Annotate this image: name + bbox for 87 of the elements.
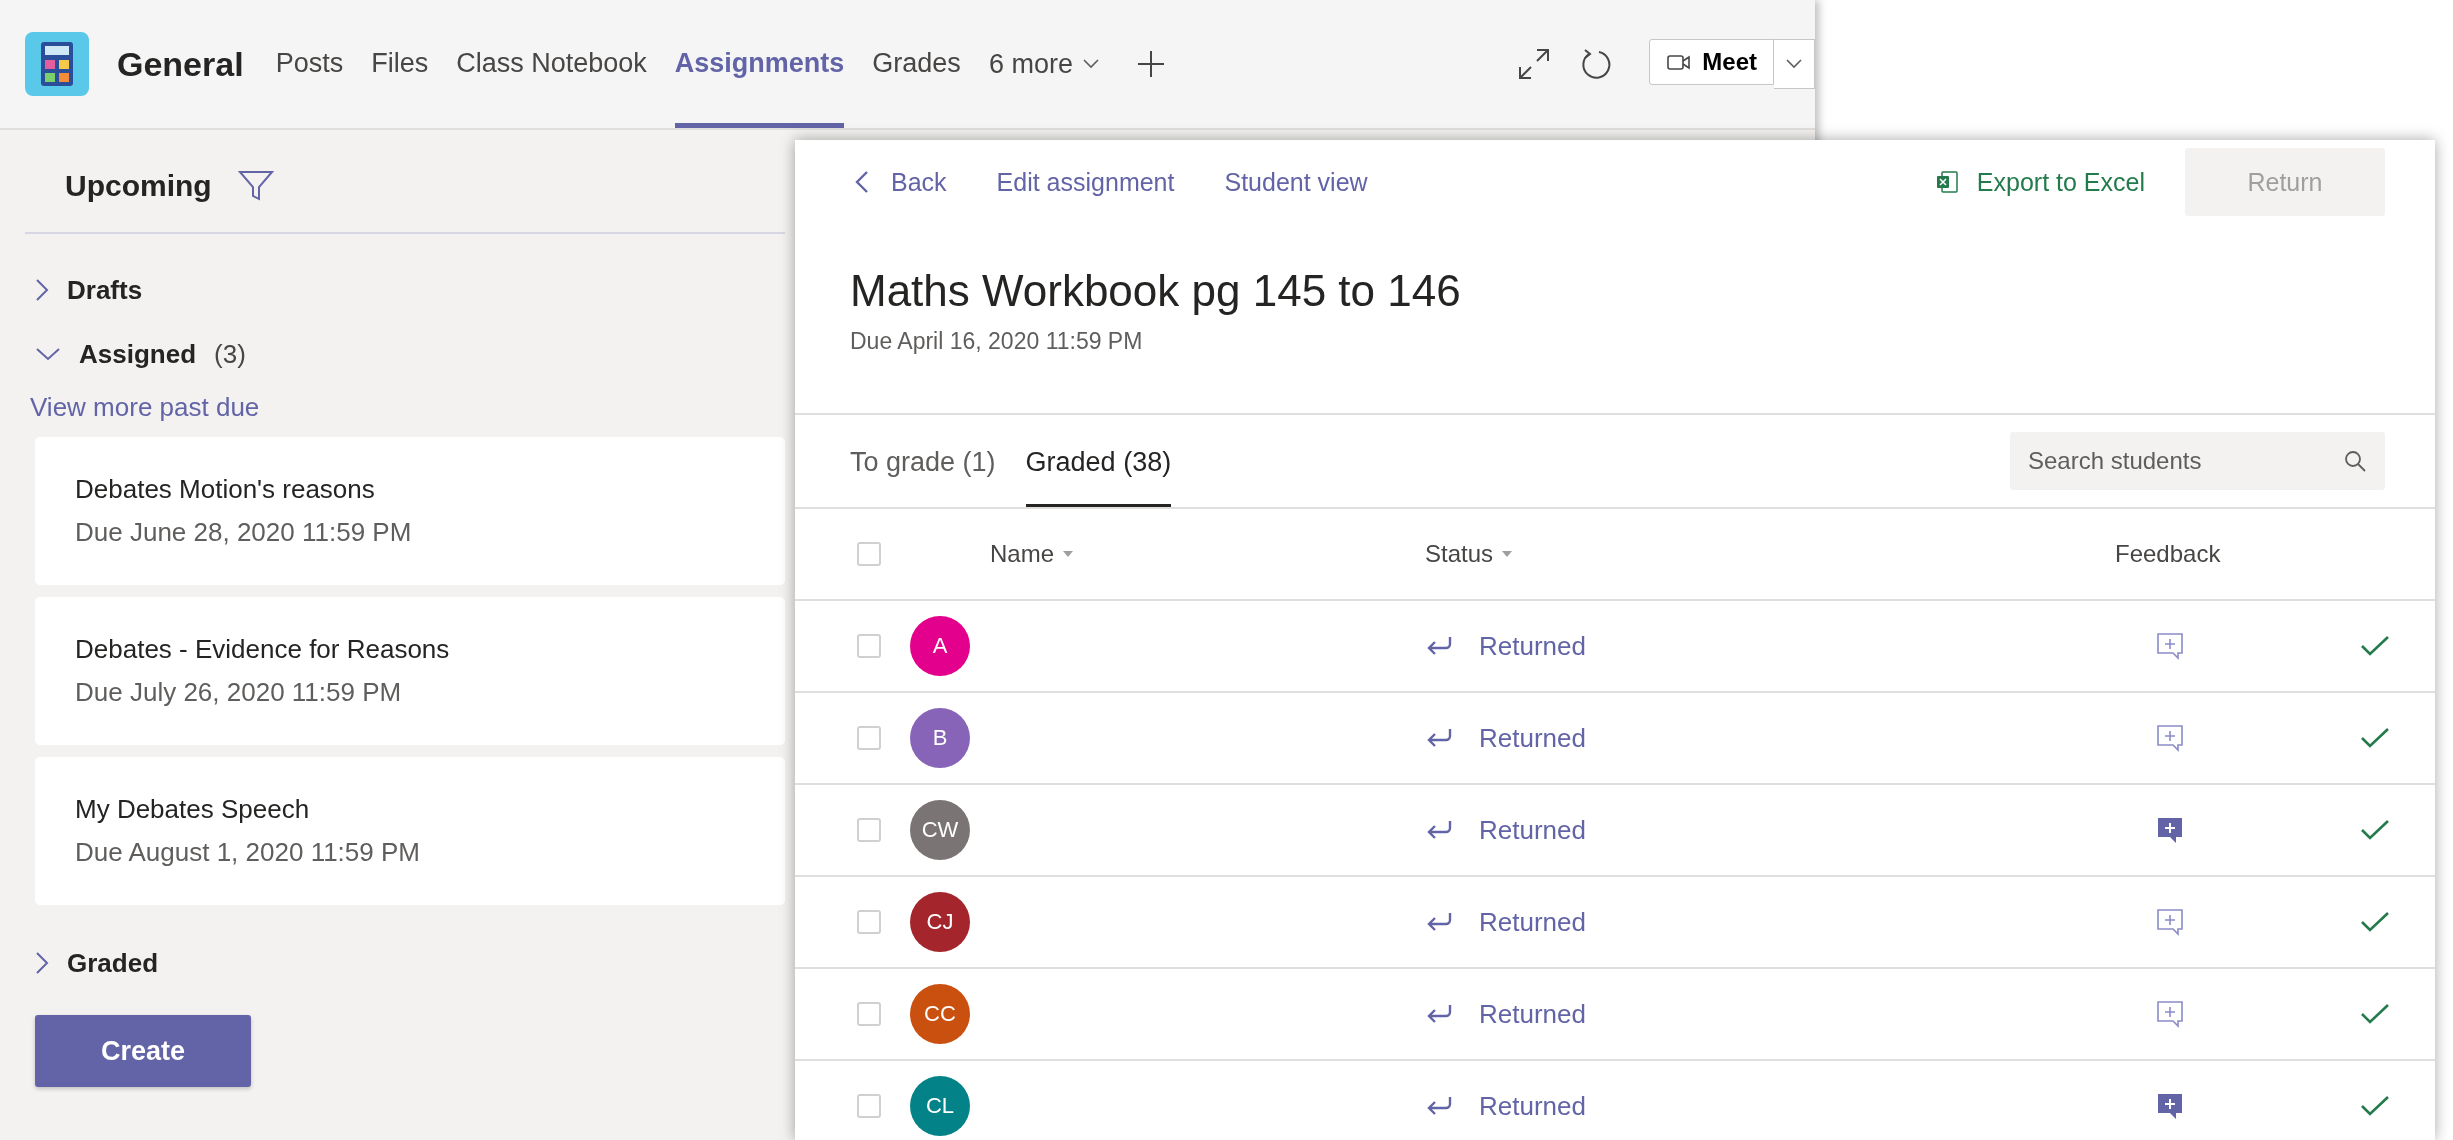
- channel-tab[interactable]: Grades: [872, 0, 961, 128]
- return-arrow-icon: [1425, 1003, 1453, 1025]
- assignment-title: Debates Motion's reasons: [75, 474, 375, 505]
- return-arrow-icon: [1425, 635, 1453, 657]
- filter-icon[interactable]: [237, 170, 274, 202]
- column-header[interactable]: Name: [990, 540, 1075, 568]
- return-arrow-icon: [1425, 819, 1453, 841]
- assignment-card[interactable]: Debates Motion's reasons Due June 28, 2020 11:59 PM: [35, 437, 785, 585]
- status-text: Returned: [1479, 906, 1586, 938]
- chevron-right-icon: [35, 278, 49, 302]
- check-icon: [2360, 634, 2390, 658]
- avatar: A: [910, 616, 970, 676]
- status-text: Returned: [1479, 1090, 1586, 1122]
- back-button[interactable]: Back: [855, 167, 947, 197]
- row-checkbox[interactable]: [857, 1094, 881, 1118]
- status-text: Returned: [1479, 722, 1586, 754]
- avatar: CJ: [910, 892, 970, 952]
- check-icon: [2360, 818, 2390, 842]
- assignment-card[interactable]: Debates - Evidence for Reasons Due July 26, 2020 11:59 PM: [35, 597, 785, 745]
- assignment-title: Debates - Evidence for Reasons: [75, 634, 450, 665]
- row-checkbox[interactable]: [857, 910, 881, 934]
- column-header[interactable]: Status: [1425, 540, 1514, 568]
- student-view-link[interactable]: Student view: [1224, 167, 1368, 197]
- due-date: Due April 16, 2020 11:59 PM: [849, 327, 1144, 355]
- status-text: Returned: [1479, 630, 1586, 662]
- channel-tab[interactable]: Class Notebook: [456, 0, 647, 128]
- chevron-down-icon: [1082, 59, 1099, 69]
- check-icon: [2360, 726, 2390, 750]
- channel-tab[interactable]: Posts: [275, 0, 344, 128]
- assignment-due: Due August 1, 2020 11:59 PM: [75, 837, 420, 868]
- feedback-icon[interactable]: [2155, 907, 2185, 937]
- list-heading: Upcoming: [65, 169, 212, 203]
- avatar: CW: [910, 800, 970, 860]
- check-icon: [2360, 910, 2390, 934]
- more-tabs-button[interactable]: 6 more: [988, 48, 1099, 80]
- sort-caret-icon: [1501, 550, 1514, 558]
- assignment-due: Due July 26, 2020 11:59 PM: [75, 677, 402, 708]
- status-text: Returned: [1479, 998, 1586, 1030]
- avatar: CL: [910, 1076, 970, 1136]
- search-field[interactable]: Search students: [2010, 432, 2385, 490]
- row-checkbox[interactable]: [857, 634, 881, 658]
- select-all-checkbox[interactable]: [857, 542, 881, 566]
- assignment-card[interactable]: My Debates Speech Due August 1, 2020 11:59 PM: [35, 757, 785, 905]
- past-due-link[interactable]: View more past due: [30, 392, 260, 423]
- grading-tab[interactable]: Graded (38): [1025, 415, 1172, 507]
- row-checkbox[interactable]: [857, 726, 881, 750]
- section-toggle[interactable]: Assigned (3): [25, 322, 252, 386]
- chevron-down-icon: [35, 347, 61, 361]
- meet-dropdown[interactable]: [1774, 39, 1815, 89]
- section-toggle[interactable]: Graded: [25, 931, 165, 995]
- edit-assignment-link[interactable]: Edit assignment: [996, 167, 1175, 197]
- export-button[interactable]: Export to Excel: [1934, 167, 2145, 197]
- search-icon: [2343, 449, 2367, 473]
- section-toggle[interactable]: Drafts: [25, 258, 149, 322]
- avatar: CC: [910, 984, 970, 1044]
- feedback-icon[interactable]: [2155, 723, 2185, 753]
- return-arrow-icon: [1425, 911, 1453, 933]
- row-checkbox[interactable]: [857, 818, 881, 842]
- plus-icon[interactable]: [1136, 50, 1165, 78]
- return-arrow-icon: [1425, 1095, 1453, 1117]
- column-header: Feedback: [2115, 540, 2221, 568]
- channel-name: General: [117, 44, 244, 84]
- spreadsheet-icon: [1934, 170, 1959, 194]
- check-icon: [2360, 1002, 2390, 1026]
- assignment-title: My Debates Speech: [75, 794, 310, 825]
- avatar: B: [910, 708, 970, 768]
- sort-caret-icon: [1062, 550, 1075, 558]
- return-arrow-icon: [1425, 727, 1453, 749]
- assignment-heading: Maths Workbook pg 145 to 146: [849, 265, 1462, 316]
- chevron-left-icon: [855, 170, 869, 194]
- assignment-due: Due June 28, 2020 11:59 PM: [75, 517, 412, 548]
- chevron-right-icon: [35, 951, 49, 975]
- meet-button[interactable]: Meet: [1649, 39, 1774, 85]
- calculator-icon: [25, 32, 89, 96]
- channel-tab[interactable]: Assignments: [674, 0, 845, 128]
- chevron-down-icon: [1786, 59, 1802, 69]
- feedback-icon[interactable]: [2155, 815, 2185, 845]
- status-text: Returned: [1479, 814, 1586, 846]
- grading-tab[interactable]: To grade (1): [850, 415, 996, 507]
- channel-tab[interactable]: Files: [371, 0, 429, 128]
- feedback-icon[interactable]: [2155, 1091, 2185, 1121]
- feedback-icon[interactable]: [2155, 999, 2185, 1029]
- check-icon: [2360, 1094, 2390, 1118]
- feedback-icon[interactable]: [2155, 631, 2185, 661]
- row-checkbox[interactable]: [857, 1002, 881, 1026]
- create-button[interactable]: Create: [35, 1015, 251, 1087]
- expand-icon[interactable]: [1517, 47, 1552, 81]
